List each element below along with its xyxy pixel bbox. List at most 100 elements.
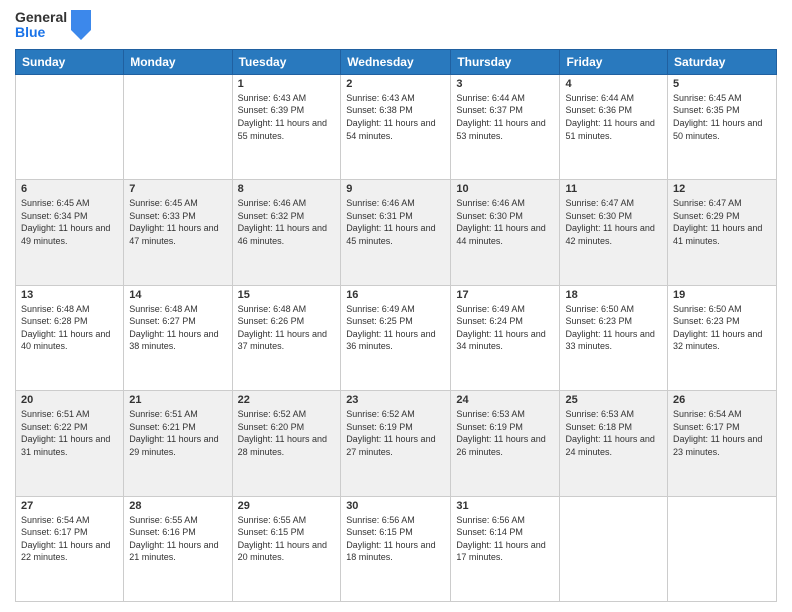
calendar-cell: 13 Sunrise: 6:48 AM Sunset: 6:28 PM Dayl… (16, 285, 124, 390)
sunrise: Sunrise: 6:46 AM (238, 198, 307, 208)
daylight: Daylight: 11 hours and 36 minutes. (346, 329, 435, 352)
sunrise: Sunrise: 6:55 AM (129, 515, 198, 525)
daylight: Daylight: 11 hours and 23 minutes. (673, 434, 762, 457)
day-number: 17 (456, 289, 554, 301)
day-number: 31 (456, 500, 554, 512)
day-number: 26 (673, 394, 771, 406)
day-info: Sunrise: 6:52 AM Sunset: 6:19 PM Dayligh… (346, 408, 445, 458)
sunrise: Sunrise: 6:48 AM (21, 304, 90, 314)
calendar-cell: 7 Sunrise: 6:45 AM Sunset: 6:33 PM Dayli… (124, 180, 232, 285)
sunset: Sunset: 6:30 PM (565, 211, 632, 221)
day-number: 22 (238, 394, 336, 406)
daylight: Daylight: 11 hours and 18 minutes. (346, 540, 435, 563)
sunrise: Sunrise: 6:51 AM (21, 409, 90, 419)
logo-text: General Blue (15, 10, 67, 41)
sunrise: Sunrise: 6:43 AM (346, 93, 415, 103)
sunrise: Sunrise: 6:47 AM (565, 198, 634, 208)
daylight: Daylight: 11 hours and 41 minutes. (673, 223, 762, 246)
calendar-cell: 14 Sunrise: 6:48 AM Sunset: 6:27 PM Dayl… (124, 285, 232, 390)
calendar-cell: 20 Sunrise: 6:51 AM Sunset: 6:22 PM Dayl… (16, 391, 124, 496)
day-number: 2 (346, 78, 445, 90)
sunset: Sunset: 6:17 PM (21, 527, 88, 537)
daylight: Daylight: 11 hours and 26 minutes. (456, 434, 545, 457)
daylight: Daylight: 11 hours and 38 minutes. (129, 329, 218, 352)
calendar-cell: 30 Sunrise: 6:56 AM Sunset: 6:15 PM Dayl… (341, 496, 451, 601)
sunset: Sunset: 6:21 PM (129, 422, 196, 432)
sunset: Sunset: 6:39 PM (238, 105, 305, 115)
sunset: Sunset: 6:29 PM (673, 211, 740, 221)
sunrise: Sunrise: 6:50 AM (565, 304, 634, 314)
sunset: Sunset: 6:14 PM (456, 527, 523, 537)
header: General Blue (15, 10, 777, 41)
day-info: Sunrise: 6:50 AM Sunset: 6:23 PM Dayligh… (673, 303, 771, 353)
calendar-cell: 26 Sunrise: 6:54 AM Sunset: 6:17 PM Dayl… (668, 391, 777, 496)
daylight: Daylight: 11 hours and 28 minutes. (238, 434, 327, 457)
daylight: Daylight: 11 hours and 45 minutes. (346, 223, 435, 246)
daylight: Daylight: 11 hours and 20 minutes. (238, 540, 327, 563)
day-info: Sunrise: 6:49 AM Sunset: 6:24 PM Dayligh… (456, 303, 554, 353)
sunset: Sunset: 6:35 PM (673, 105, 740, 115)
sunset: Sunset: 6:15 PM (346, 527, 413, 537)
day-info: Sunrise: 6:51 AM Sunset: 6:21 PM Dayligh… (129, 408, 226, 458)
sunset: Sunset: 6:22 PM (21, 422, 88, 432)
calendar-cell: 18 Sunrise: 6:50 AM Sunset: 6:23 PM Dayl… (560, 285, 668, 390)
calendar-header-row: SundayMondayTuesdayWednesdayThursdayFrid… (16, 49, 777, 74)
logo: General Blue (15, 10, 91, 41)
calendar-cell: 2 Sunrise: 6:43 AM Sunset: 6:38 PM Dayli… (341, 74, 451, 179)
sunset: Sunset: 6:26 PM (238, 316, 305, 326)
day-info: Sunrise: 6:55 AM Sunset: 6:15 PM Dayligh… (238, 514, 336, 564)
daylight: Daylight: 11 hours and 33 minutes. (565, 329, 654, 352)
sunrise: Sunrise: 6:48 AM (129, 304, 198, 314)
day-number: 15 (238, 289, 336, 301)
daylight: Daylight: 11 hours and 49 minutes. (21, 223, 110, 246)
day-info: Sunrise: 6:43 AM Sunset: 6:39 PM Dayligh… (238, 92, 336, 142)
calendar-cell: 12 Sunrise: 6:47 AM Sunset: 6:29 PM Dayl… (668, 180, 777, 285)
day-number: 28 (129, 500, 226, 512)
day-number: 8 (238, 183, 336, 195)
sunset: Sunset: 6:19 PM (346, 422, 413, 432)
calendar-cell: 1 Sunrise: 6:43 AM Sunset: 6:39 PM Dayli… (232, 74, 341, 179)
calendar: SundayMondayTuesdayWednesdayThursdayFrid… (15, 49, 777, 602)
sunrise: Sunrise: 6:45 AM (129, 198, 198, 208)
daylight: Daylight: 11 hours and 17 minutes. (456, 540, 545, 563)
sunset: Sunset: 6:30 PM (456, 211, 523, 221)
sunrise: Sunrise: 6:44 AM (456, 93, 525, 103)
calendar-cell: 6 Sunrise: 6:45 AM Sunset: 6:34 PM Dayli… (16, 180, 124, 285)
sunrise: Sunrise: 6:49 AM (346, 304, 415, 314)
calendar-cell: 24 Sunrise: 6:53 AM Sunset: 6:19 PM Dayl… (451, 391, 560, 496)
day-number: 1 (238, 78, 336, 90)
day-info: Sunrise: 6:53 AM Sunset: 6:18 PM Dayligh… (565, 408, 662, 458)
day-info: Sunrise: 6:51 AM Sunset: 6:22 PM Dayligh… (21, 408, 118, 458)
daylight: Daylight: 11 hours and 34 minutes. (456, 329, 545, 352)
day-number: 29 (238, 500, 336, 512)
daylight: Daylight: 11 hours and 50 minutes. (673, 118, 762, 141)
day-number: 13 (21, 289, 118, 301)
day-number: 11 (565, 183, 662, 195)
calendar-cell: 8 Sunrise: 6:46 AM Sunset: 6:32 PM Dayli… (232, 180, 341, 285)
daylight: Daylight: 11 hours and 22 minutes. (21, 540, 110, 563)
sunset: Sunset: 6:25 PM (346, 316, 413, 326)
calendar-cell: 27 Sunrise: 6:54 AM Sunset: 6:17 PM Dayl… (16, 496, 124, 601)
day-number: 6 (21, 183, 118, 195)
day-info: Sunrise: 6:45 AM Sunset: 6:35 PM Dayligh… (673, 92, 771, 142)
daylight: Daylight: 11 hours and 37 minutes. (238, 329, 327, 352)
day-info: Sunrise: 6:46 AM Sunset: 6:32 PM Dayligh… (238, 197, 336, 247)
calendar-cell: 19 Sunrise: 6:50 AM Sunset: 6:23 PM Dayl… (668, 285, 777, 390)
day-number: 24 (456, 394, 554, 406)
sunrise: Sunrise: 6:47 AM (673, 198, 742, 208)
day-info: Sunrise: 6:48 AM Sunset: 6:26 PM Dayligh… (238, 303, 336, 353)
day-info: Sunrise: 6:46 AM Sunset: 6:31 PM Dayligh… (346, 197, 445, 247)
day-info: Sunrise: 6:45 AM Sunset: 6:33 PM Dayligh… (129, 197, 226, 247)
day-number: 3 (456, 78, 554, 90)
sunrise: Sunrise: 6:44 AM (565, 93, 634, 103)
daylight: Daylight: 11 hours and 51 minutes. (565, 118, 654, 141)
sunrise: Sunrise: 6:45 AM (673, 93, 742, 103)
daylight: Daylight: 11 hours and 27 minutes. (346, 434, 435, 457)
day-number: 27 (21, 500, 118, 512)
day-info: Sunrise: 6:47 AM Sunset: 6:29 PM Dayligh… (673, 197, 771, 247)
calendar-cell: 15 Sunrise: 6:48 AM Sunset: 6:26 PM Dayl… (232, 285, 341, 390)
calendar-cell: 23 Sunrise: 6:52 AM Sunset: 6:19 PM Dayl… (341, 391, 451, 496)
calendar-day-header: Sunday (16, 49, 124, 74)
calendar-cell: 21 Sunrise: 6:51 AM Sunset: 6:21 PM Dayl… (124, 391, 232, 496)
sunrise: Sunrise: 6:43 AM (238, 93, 307, 103)
